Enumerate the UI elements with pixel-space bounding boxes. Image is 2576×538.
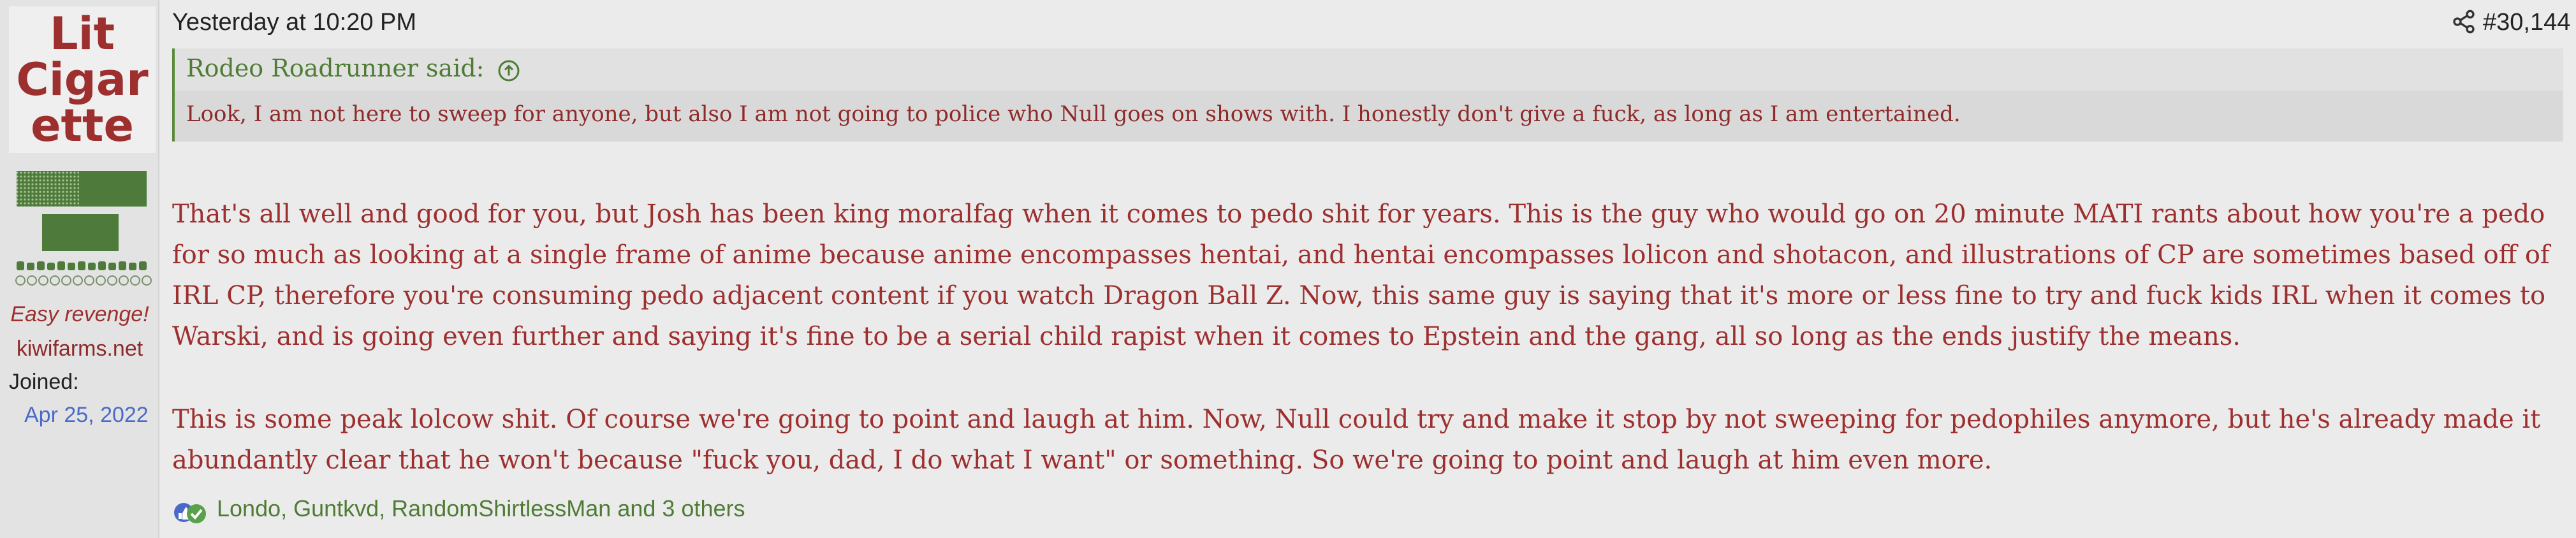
post-paragraph-1: That's all well and good for you, but Jo… bbox=[172, 200, 2550, 351]
share-icon[interactable] bbox=[2451, 9, 2477, 34]
quote-body: Look, I am not here to sweep for anyone,… bbox=[175, 91, 2563, 142]
post-timestamp[interactable]: Yesterday at 10:20 PM bbox=[172, 9, 416, 36]
quote-text: Look, I am not here to sweep for anyone,… bbox=[186, 101, 1961, 127]
avatar-text-line-1: Lit bbox=[49, 8, 115, 60]
quote-attribution[interactable]: Rodeo Roadrunner said: bbox=[186, 54, 520, 83]
post-paragraph-2: This is some peak lolcow shit. Of course… bbox=[172, 405, 2541, 475]
post-content: Yesterday at 10:20 PM #30,144 Rodeo Road… bbox=[172, 0, 2570, 538]
user-sidebar: Lit Cigar ette Easy revenge! kiwifarms.n… bbox=[0, 0, 159, 538]
post-number[interactable]: #30,144 bbox=[2483, 9, 2570, 36]
reactions-bar[interactable]: Londo, Guntkvd, RandomShirtlessMan and 3… bbox=[172, 490, 745, 528]
reaction-users[interactable]: Londo, Guntkvd, RandomShirtlessMan and 3… bbox=[217, 495, 745, 522]
quote-block: Rodeo Roadrunner said: Look, I am not he… bbox=[172, 48, 2563, 142]
avatar-text-line-3: ette bbox=[31, 99, 134, 152]
avatar-text-line-2: Cigar bbox=[16, 54, 149, 106]
joined-label: Joined: bbox=[9, 370, 79, 394]
joined-date: Apr 25, 2022 bbox=[24, 403, 149, 427]
user-banner-art bbox=[15, 171, 152, 286]
reaction-icons bbox=[174, 503, 206, 523]
quote-attribution-text[interactable]: Rodeo Roadrunner said: bbox=[186, 54, 485, 82]
arrow-up-icon[interactable] bbox=[497, 59, 520, 82]
avatar-text: Lit Cigar ette bbox=[9, 11, 156, 149]
check-icon bbox=[187, 504, 206, 523]
user-site: kiwifarms.net bbox=[16, 337, 143, 361]
avatar[interactable]: Lit Cigar ette bbox=[9, 6, 156, 153]
forum-post: Lit Cigar ette Easy revenge! kiwifarms.n… bbox=[0, 0, 2576, 538]
user-title: Easy revenge! bbox=[10, 302, 149, 326]
